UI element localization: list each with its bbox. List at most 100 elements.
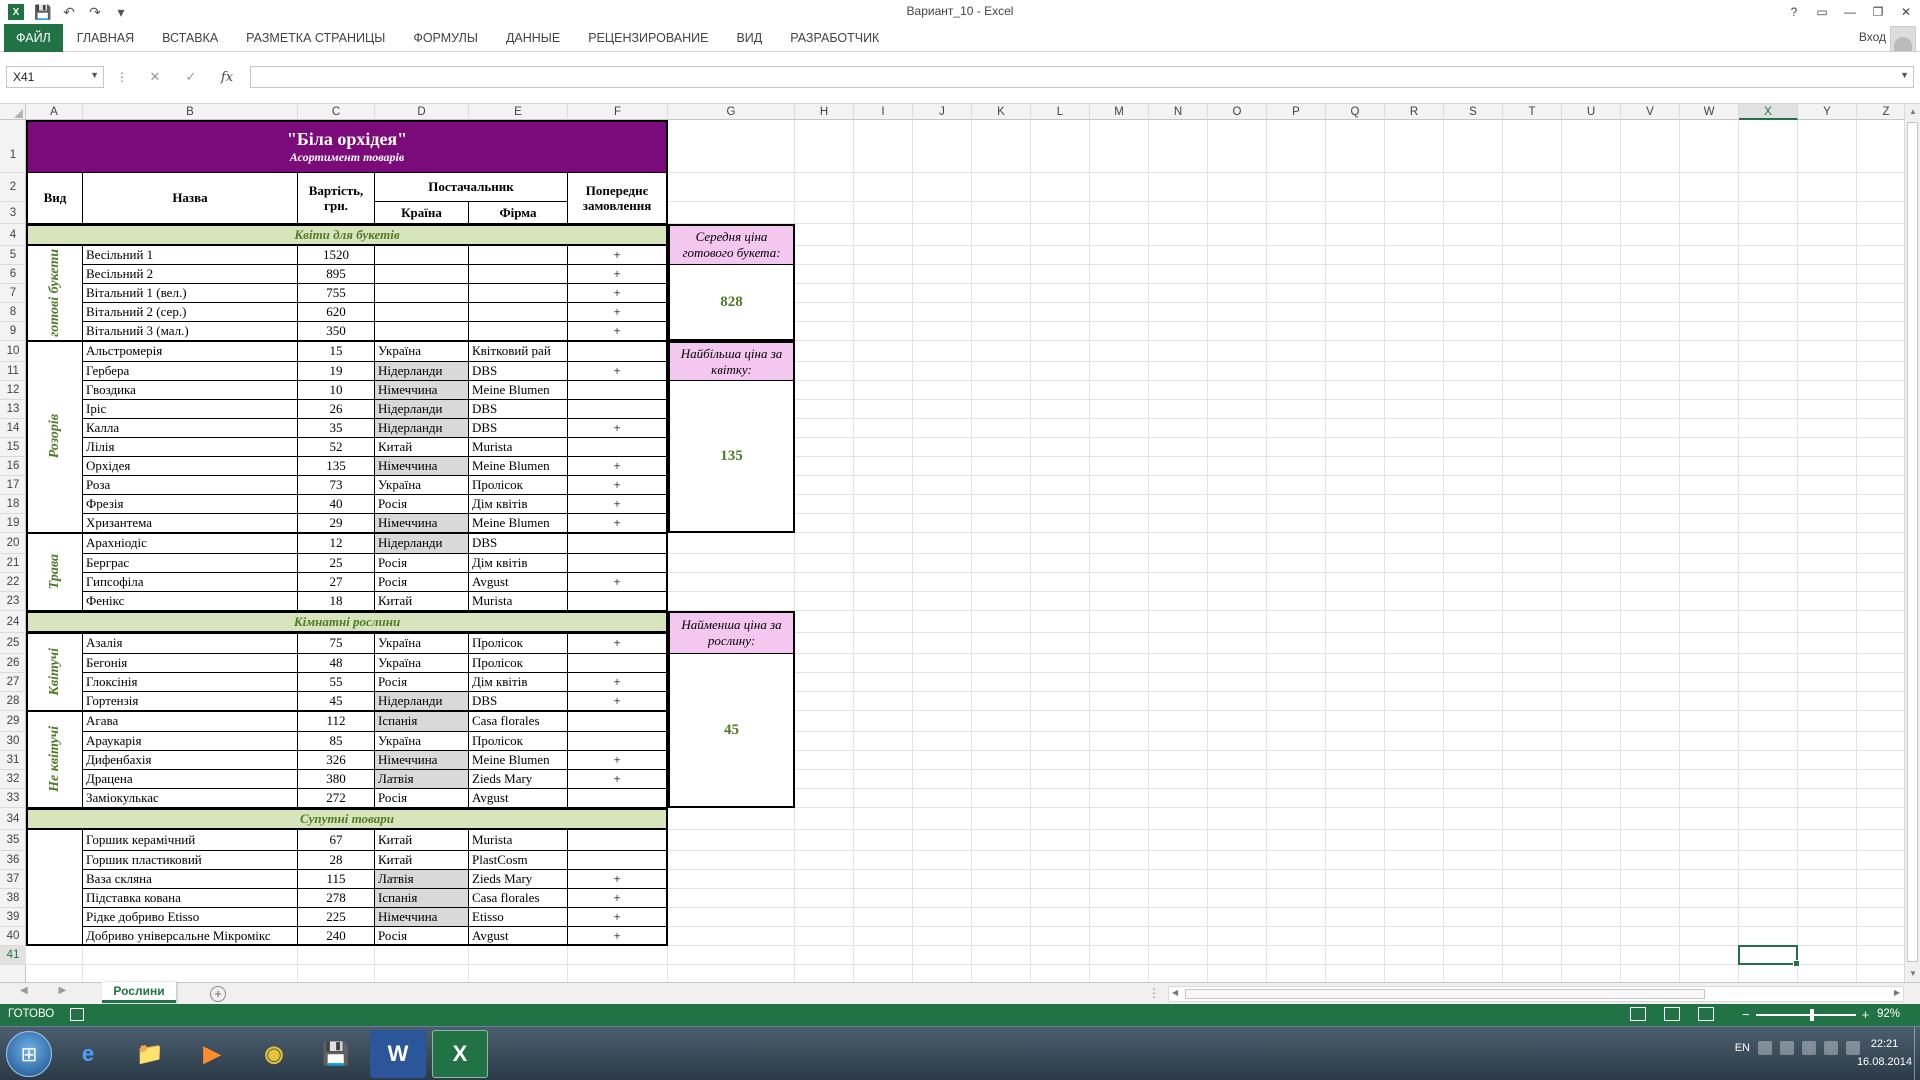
item-name[interactable]: Калла — [83, 419, 298, 438]
item-preorder[interactable] — [568, 830, 668, 851]
column-header-b[interactable]: B — [83, 104, 298, 120]
section-related[interactable]: Супутні товари — [26, 808, 668, 830]
item-price[interactable]: 40 — [298, 495, 375, 514]
item-name[interactable]: Хризантема — [83, 514, 298, 533]
row-header-29[interactable]: 29 — [0, 711, 26, 732]
item-country[interactable]: Латвія — [375, 870, 469, 889]
item-name[interactable]: Роза — [83, 476, 298, 495]
item-country[interactable]: Китай — [375, 830, 469, 851]
item-country[interactable] — [375, 303, 469, 322]
row-header-1[interactable]: 1 — [0, 120, 26, 173]
item-country[interactable]: Іспанія — [375, 889, 469, 908]
scroll-left-icon[interactable]: ◀ — [1172, 988, 1178, 997]
item-country[interactable]: Китай — [375, 592, 469, 611]
zoom-slider-thumb[interactable] — [1809, 1008, 1814, 1021]
row-header-31[interactable]: 31 — [0, 751, 26, 770]
group-related[interactable] — [26, 830, 83, 946]
item-preorder[interactable]: + — [568, 246, 668, 265]
media-player-icon[interactable]: ▶ — [184, 1030, 240, 1078]
section-bouquets[interactable]: Квіти для букетів — [26, 224, 668, 246]
item-price[interactable]: 620 — [298, 303, 375, 322]
file-explorer-icon[interactable]: 📁 — [122, 1030, 178, 1078]
insert-function-icon[interactable]: fx — [209, 67, 245, 87]
column-header-n[interactable]: N — [1149, 104, 1208, 120]
group-ready-bouquets[interactable]: готові букети — [26, 246, 83, 341]
group-nonflowering[interactable]: Не квітучі — [26, 711, 83, 808]
column-header-m[interactable]: M — [1090, 104, 1149, 120]
row-header-20[interactable]: 20 — [0, 533, 26, 554]
column-header-d[interactable]: D — [375, 104, 469, 120]
item-firm[interactable]: PlastCosm — [469, 851, 568, 870]
item-name[interactable]: Агава — [83, 711, 298, 732]
row-header-7[interactable]: 7 — [0, 284, 26, 303]
section-indoor[interactable]: Кімнатні рослини — [26, 611, 668, 633]
item-price[interactable]: 225 — [298, 908, 375, 927]
row-header-37[interactable]: 37 — [0, 870, 26, 889]
title-cell[interactable]: "Біла орхідея" Асортимент товарів — [26, 120, 668, 173]
item-preorder[interactable]: + — [568, 889, 668, 908]
column-header-i[interactable]: I — [854, 104, 913, 120]
help-button[interactable]: ? — [1780, 0, 1808, 24]
item-firm[interactable]: Avgust — [469, 789, 568, 808]
item-price[interactable]: 15 — [298, 341, 375, 362]
column-header-l[interactable]: L — [1031, 104, 1090, 120]
formula-input[interactable]: ▼ — [250, 66, 1914, 88]
stat-value-0[interactable]: 828 — [668, 265, 795, 341]
item-country[interactable] — [375, 322, 469, 341]
item-firm[interactable]: DBS — [469, 533, 568, 554]
language-indicator[interactable]: EN — [1735, 1042, 1750, 1054]
item-name[interactable]: Орхідея — [83, 457, 298, 476]
item-country[interactable]: Україна — [375, 633, 469, 654]
item-country[interactable]: Нідерланди — [375, 419, 469, 438]
item-price[interactable]: 25 — [298, 554, 375, 573]
item-firm[interactable]: Murista — [469, 830, 568, 851]
header-vid[interactable]: Вид — [26, 173, 83, 224]
group-flowering[interactable]: Квітучі — [26, 633, 83, 711]
sign-in-link[interactable]: Вход — [1859, 30, 1886, 44]
sheet-tab-roslyny[interactable]: Рослини — [102, 982, 176, 1003]
item-firm[interactable]: Дім квітів — [469, 495, 568, 514]
item-name[interactable]: Рідке добриво Etisso — [83, 908, 298, 927]
formula-bar-splitter[interactable]: ⋮ — [116, 70, 128, 84]
column-header-o[interactable]: O — [1208, 104, 1267, 120]
tab-insert[interactable]: ВСТАВКА — [148, 24, 232, 52]
item-price[interactable]: 115 — [298, 870, 375, 889]
item-preorder[interactable]: + — [568, 770, 668, 789]
chrome-icon[interactable]: ◉ — [246, 1030, 302, 1078]
row-header-22[interactable]: 22 — [0, 573, 26, 592]
item-name[interactable]: Вітальний 2 (сер.) — [83, 303, 298, 322]
item-name[interactable]: Глоксінія — [83, 673, 298, 692]
item-name[interactable]: Весільний 1 — [83, 246, 298, 265]
item-preorder[interactable] — [568, 341, 668, 362]
item-firm[interactable]: DBS — [469, 692, 568, 711]
sheet-nav-arrows[interactable]: ◀ ▶ — [20, 985, 80, 996]
item-country[interactable]: Україна — [375, 341, 469, 362]
header-firm[interactable]: Фірма — [469, 202, 568, 224]
item-country[interactable]: Німеччина — [375, 457, 469, 476]
item-firm[interactable]: DBS — [469, 362, 568, 381]
item-name[interactable]: Заміокулькас — [83, 789, 298, 808]
item-country[interactable]: Нідерланди — [375, 533, 469, 554]
item-firm[interactable]: Casa florales — [469, 711, 568, 732]
add-sheet-button[interactable]: + — [210, 986, 226, 1002]
item-country[interactable]: Німеччина — [375, 908, 469, 927]
item-preorder[interactable]: + — [568, 476, 668, 495]
item-price[interactable]: 272 — [298, 789, 375, 808]
row-header-41[interactable]: 41 — [0, 946, 26, 965]
item-price[interactable]: 1520 — [298, 246, 375, 265]
word-icon[interactable]: W — [370, 1030, 426, 1078]
item-price[interactable]: 18 — [298, 592, 375, 611]
column-header-t[interactable]: T — [1503, 104, 1562, 120]
item-firm[interactable]: Meine Blumen — [469, 751, 568, 770]
cancel-icon[interactable]: ✕ — [137, 67, 173, 87]
item-price[interactable]: 278 — [298, 889, 375, 908]
item-country[interactable]: Китай — [375, 851, 469, 870]
row-header-32[interactable]: 32 — [0, 770, 26, 789]
flag-icon[interactable] — [1824, 1041, 1838, 1055]
clock[interactable]: 22:21 16.08.2014 — [1857, 1035, 1912, 1071]
row-header-5[interactable]: 5 — [0, 246, 26, 265]
row-header-10[interactable]: 10 — [0, 341, 26, 362]
worksheet-grid[interactable]: "Біла орхідея" Асортимент товарів Вид Назва… — [26, 120, 1904, 982]
column-header-y[interactable]: Y — [1798, 104, 1857, 120]
column-header-w[interactable]: W — [1680, 104, 1739, 120]
